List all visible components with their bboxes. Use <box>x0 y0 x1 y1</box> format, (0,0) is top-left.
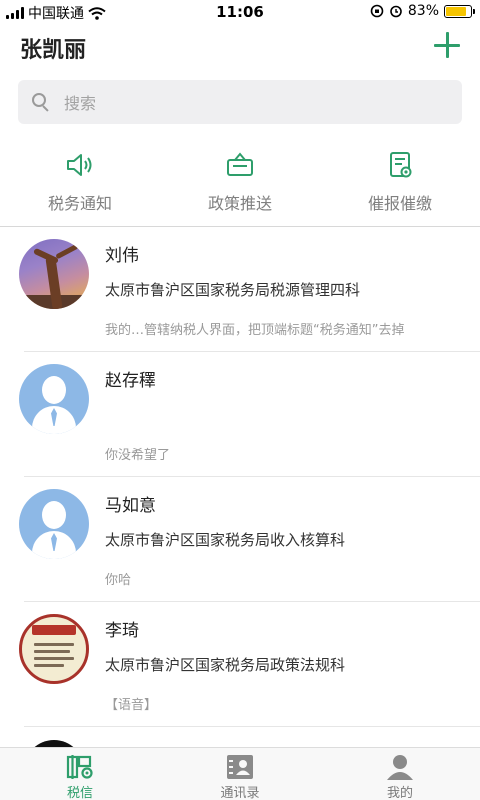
contacts-icon <box>226 754 254 780</box>
message-item[interactable]: 赵存䆁 你没希望了 <box>0 352 480 477</box>
document-icon <box>384 150 416 180</box>
tab-label: 通讯录 <box>220 786 260 800</box>
message-item[interactable]: 马如意 太原市鲁沪区国家税务局收入核算科 你哈 <box>0 477 480 602</box>
avatar <box>19 614 89 684</box>
contact-name: 刘伟 <box>105 246 139 266</box>
quick-item-tax-notice[interactable]: 税务通知 <box>0 150 160 226</box>
search-placeholder: 搜索 <box>64 94 97 113</box>
battery-fill <box>446 6 466 16</box>
alarm-icon <box>390 5 402 18</box>
avatar <box>19 489 89 559</box>
contact-name: 马如意 <box>105 496 156 516</box>
contact-org: 太原市鲁沪区国家税务局税源管理四科 <box>105 281 361 299</box>
avatar <box>19 239 89 309</box>
message-preview: 我的…管辖纳税人界面，把顶端标题“税务通知”去掉 <box>105 323 405 338</box>
search-icon <box>32 93 50 112</box>
status-bar: 中国联通 11:06 83% <box>0 0 480 24</box>
tab-profile[interactable]: 我的 <box>320 748 480 800</box>
contact-org: 太原市鲁沪区国家税务局政策法规科 <box>105 656 346 674</box>
contact-name: 赵存䆁 <box>105 371 156 391</box>
quick-label: 政策推送 <box>207 194 272 213</box>
message-list: 刘伟 太原市鲁沪区国家税务局税源管理四科 我的…管辖纳税人界面，把顶端标题“税务… <box>0 227 480 727</box>
contact-org: 太原市鲁沪区国家税务局收入核算科 <box>105 531 346 549</box>
header: 张凯丽 <box>0 24 480 76</box>
quick-label: 税务通知 <box>47 194 112 213</box>
tab-contacts[interactable]: 通讯录 <box>160 748 320 800</box>
avatar <box>19 364 89 434</box>
add-button[interactable] <box>434 32 460 58</box>
contact-name: 李琦 <box>105 621 139 641</box>
message-preview: 你没希望了 <box>105 448 171 463</box>
search-bar[interactable]: 搜索 <box>18 80 462 124</box>
quick-entries: 税务通知 政策推送 催报催缴 <box>0 150 480 226</box>
message-preview: 【语音】 <box>105 698 158 713</box>
tab-bar: 税信 通讯录 我的 <box>0 747 480 800</box>
message-item[interactable]: 李琦 太原市鲁沪区国家税务局政策法规科 【语音】 <box>0 602 480 727</box>
tab-label: 我的 <box>386 786 413 800</box>
message-item[interactable]: 刘伟 太原市鲁沪区国家税务局税源管理四科 我的…管辖纳税人界面，把顶端标题“税务… <box>0 227 480 352</box>
status-right: 83% <box>370 3 475 19</box>
quick-label: 催报催缴 <box>367 194 432 213</box>
speaker-icon <box>64 150 96 180</box>
rotation-lock-icon <box>370 4 384 18</box>
tax-message-icon <box>66 754 94 780</box>
message-preview: 你哈 <box>105 573 132 588</box>
inbox-icon <box>224 150 256 180</box>
profile-icon <box>386 754 414 780</box>
battery-percent: 83% <box>407 3 439 19</box>
page-title: 张凯丽 <box>20 38 87 63</box>
quick-item-policy-push[interactable]: 政策推送 <box>160 150 320 226</box>
battery-icon <box>444 4 475 18</box>
tab-label: 税信 <box>66 786 93 800</box>
tab-tax-message[interactable]: 税信 <box>0 748 160 800</box>
quick-item-reminder[interactable]: 催报催缴 <box>320 150 480 226</box>
